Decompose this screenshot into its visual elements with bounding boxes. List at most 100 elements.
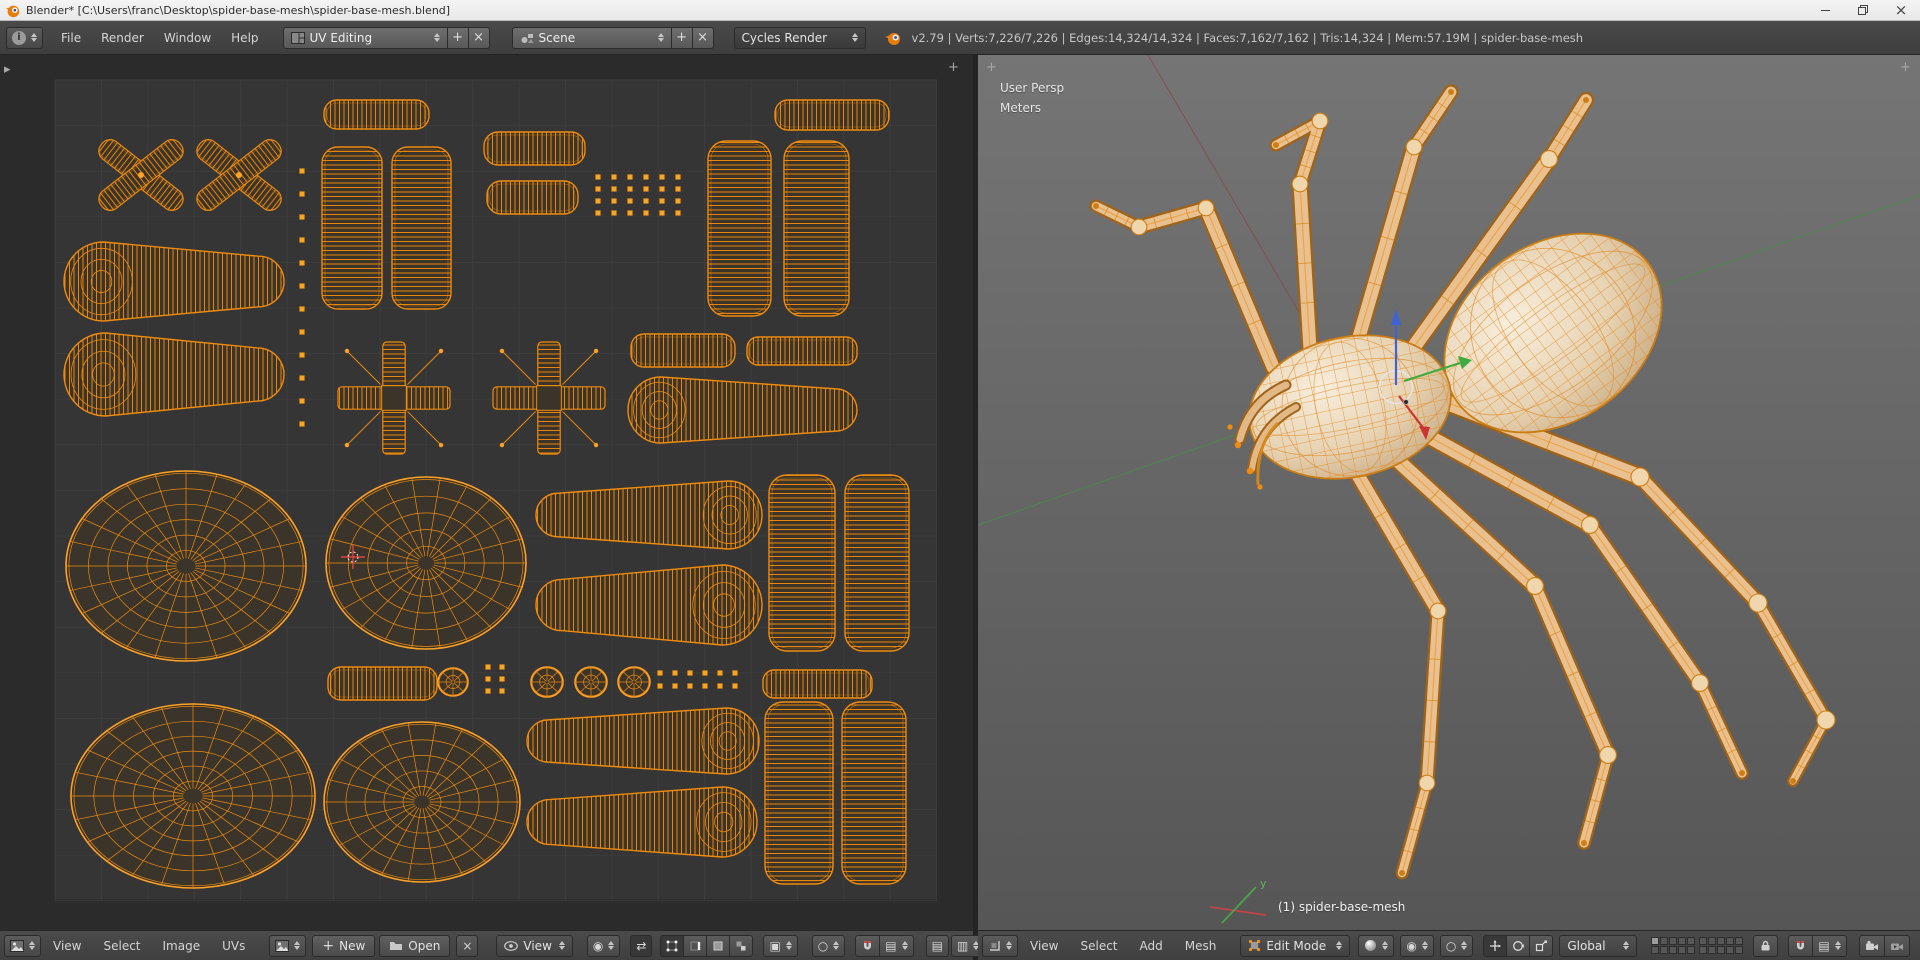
image-editor-icon bbox=[10, 939, 24, 952]
pivot-icon: ◉ bbox=[1406, 938, 1417, 953]
delete-scene-button[interactable]: × bbox=[691, 26, 714, 49]
menu-render[interactable]: Render bbox=[91, 31, 154, 45]
v3d-menu-mesh[interactable]: Mesh bbox=[1175, 939, 1227, 953]
uv-select-vertex-button[interactable] bbox=[660, 934, 685, 957]
restore-button[interactable] bbox=[1844, 0, 1882, 20]
snap-element-dropdown-3d[interactable]: ▤ bbox=[1812, 934, 1847, 957]
edge-mode-icon bbox=[690, 941, 701, 950]
viewport-shading-dropdown[interactable] bbox=[1358, 934, 1395, 957]
updown-icon bbox=[657, 33, 664, 42]
manipulator-rotate-button[interactable] bbox=[1506, 934, 1531, 957]
snap-element-dropdown[interactable]: ▤ bbox=[879, 934, 914, 957]
new-image-button[interactable]: + New bbox=[312, 934, 376, 957]
layers-group-1 bbox=[1651, 937, 1696, 954]
magnet-icon bbox=[864, 941, 872, 950]
info-icon: i bbox=[12, 30, 26, 45]
manipulator-translate-button[interactable] bbox=[1483, 934, 1508, 957]
uv-toolshelf-toggle-icon[interactable]: ▸ bbox=[4, 63, 11, 76]
scale-icon bbox=[1536, 940, 1548, 951]
minimize-button[interactable] bbox=[1806, 0, 1844, 20]
v3d-properties-region-toggle-icon[interactable]: + bbox=[1900, 61, 1911, 74]
lock-icon bbox=[1761, 940, 1770, 951]
proportional-edit-icon: ○ bbox=[817, 938, 829, 953]
open-image-button[interactable]: Open bbox=[379, 934, 451, 957]
scene-selector[interactable]: Scene bbox=[511, 26, 672, 49]
minimize-icon bbox=[1820, 9, 1830, 11]
image-icon bbox=[275, 939, 290, 952]
uv-select-island-button[interactable] bbox=[729, 934, 754, 957]
sync-icon: ⇄ bbox=[636, 938, 647, 953]
screen-layout-value: UV Editing bbox=[309, 30, 373, 45]
screen-layout-selector[interactable]: UV Editing bbox=[282, 26, 448, 49]
opengl-render-image-button[interactable] bbox=[1858, 934, 1885, 957]
menu-help[interactable]: Help bbox=[221, 31, 268, 45]
uv-select-edge-button[interactable] bbox=[683, 934, 708, 957]
viewport-canvas[interactable]: y bbox=[977, 54, 1920, 930]
sticky-icon: ▣ bbox=[769, 938, 781, 953]
snap-toggle-button-3d[interactable] bbox=[1788, 934, 1814, 957]
updown-icon bbox=[901, 941, 908, 950]
manipulator-group bbox=[1483, 934, 1554, 957]
snap-toggle-button[interactable] bbox=[855, 934, 881, 957]
uv-menu-select[interactable]: Select bbox=[93, 939, 150, 953]
pivot-icon: ◉ bbox=[592, 938, 604, 953]
add-screen-layout-button[interactable]: + bbox=[446, 26, 469, 49]
uv-properties-region-toggle-icon[interactable]: + bbox=[948, 61, 959, 74]
v3d-menu-view[interactable]: View bbox=[1020, 939, 1068, 953]
uv-menu-image[interactable]: Image bbox=[153, 939, 211, 953]
delete-screen-layout-button[interactable]: × bbox=[467, 26, 490, 49]
updown-icon bbox=[851, 33, 858, 42]
restore-icon bbox=[1858, 5, 1868, 15]
updown-icon bbox=[558, 941, 565, 950]
rotate-icon bbox=[1513, 940, 1525, 951]
uv-menu-view[interactable]: View bbox=[43, 939, 91, 953]
uv-draw-type-button[interactable]: ▤ bbox=[925, 934, 949, 957]
uv-editor: ▸ + bbox=[0, 55, 973, 930]
transform-orientation-dropdown[interactable]: Global bbox=[1559, 934, 1638, 957]
pivot-dropdown[interactable]: ◉ bbox=[586, 934, 621, 957]
add-scene-button[interactable]: + bbox=[670, 26, 693, 49]
island-mode-icon bbox=[736, 941, 746, 950]
menu-file[interactable]: File bbox=[51, 31, 91, 45]
render-engine-dropdown[interactable]: Cycles Render bbox=[733, 26, 866, 49]
browse-image-button[interactable] bbox=[269, 934, 307, 957]
orientation-value: Global bbox=[1567, 938, 1606, 953]
info-editor-type-button[interactable]: i bbox=[6, 26, 43, 49]
uv-select-face-button[interactable] bbox=[706, 934, 731, 957]
uv-editor-type-button[interactable] bbox=[4, 934, 41, 957]
unlink-image-button[interactable]: × bbox=[456, 934, 479, 957]
v3d-toolshelf-region-toggle-icon[interactable]: + bbox=[986, 61, 997, 74]
updown-icon bbox=[1623, 941, 1630, 950]
mode-dropdown[interactable]: Edit Mode bbox=[1240, 934, 1351, 957]
layers-widget[interactable] bbox=[1651, 937, 1744, 954]
window-title: Blender* [C:\Users\franc\Desktop\spider-… bbox=[26, 3, 451, 17]
translate-icon bbox=[1490, 939, 1502, 951]
uv-menu-uvs[interactable]: UVs bbox=[212, 939, 255, 953]
sticky-selection-dropdown[interactable]: ▣ bbox=[763, 934, 798, 957]
scene-icon bbox=[521, 33, 534, 43]
window-controls: × bbox=[1806, 0, 1920, 20]
magnet-icon bbox=[1797, 941, 1805, 950]
v3d-editor-type-button[interactable] bbox=[982, 934, 1018, 957]
close-button[interactable]: × bbox=[1882, 0, 1920, 20]
menu-window[interactable]: Window bbox=[154, 31, 221, 45]
v3d-menu-select[interactable]: Select bbox=[1070, 939, 1127, 953]
render-engine-value: Cycles Render bbox=[741, 30, 828, 45]
draw-type-icon: ▤ bbox=[931, 938, 943, 953]
view-mode-icon bbox=[504, 940, 519, 951]
updown-icon bbox=[29, 941, 35, 950]
image-mode-dropdown[interactable]: View bbox=[496, 934, 573, 957]
proportional-edit-dropdown[interactable]: ○ bbox=[811, 934, 846, 957]
manipulator-scale-button[interactable] bbox=[1529, 934, 1554, 957]
uv-canvas[interactable] bbox=[0, 55, 973, 930]
scene-statistics: v2.79 | Verts:7,226/7,226 | Edges:14,324… bbox=[911, 30, 1584, 45]
updown-icon bbox=[1336, 941, 1343, 950]
v3d-menu-add[interactable]: Add bbox=[1130, 939, 1173, 953]
proportional-edit-dropdown-3d[interactable]: ○ bbox=[1439, 934, 1474, 957]
pivot-center-dropdown[interactable]: ◉ bbox=[1400, 934, 1434, 957]
opengl-render-anim-button[interactable] bbox=[1883, 934, 1910, 957]
sync-uv-selection-toggle[interactable]: ⇄ bbox=[630, 934, 653, 957]
info-header: i File Render Window Help UV Editing + ×… bbox=[0, 21, 1920, 55]
lock-to-scene-button[interactable] bbox=[1753, 934, 1779, 957]
updown-icon bbox=[1006, 941, 1012, 950]
